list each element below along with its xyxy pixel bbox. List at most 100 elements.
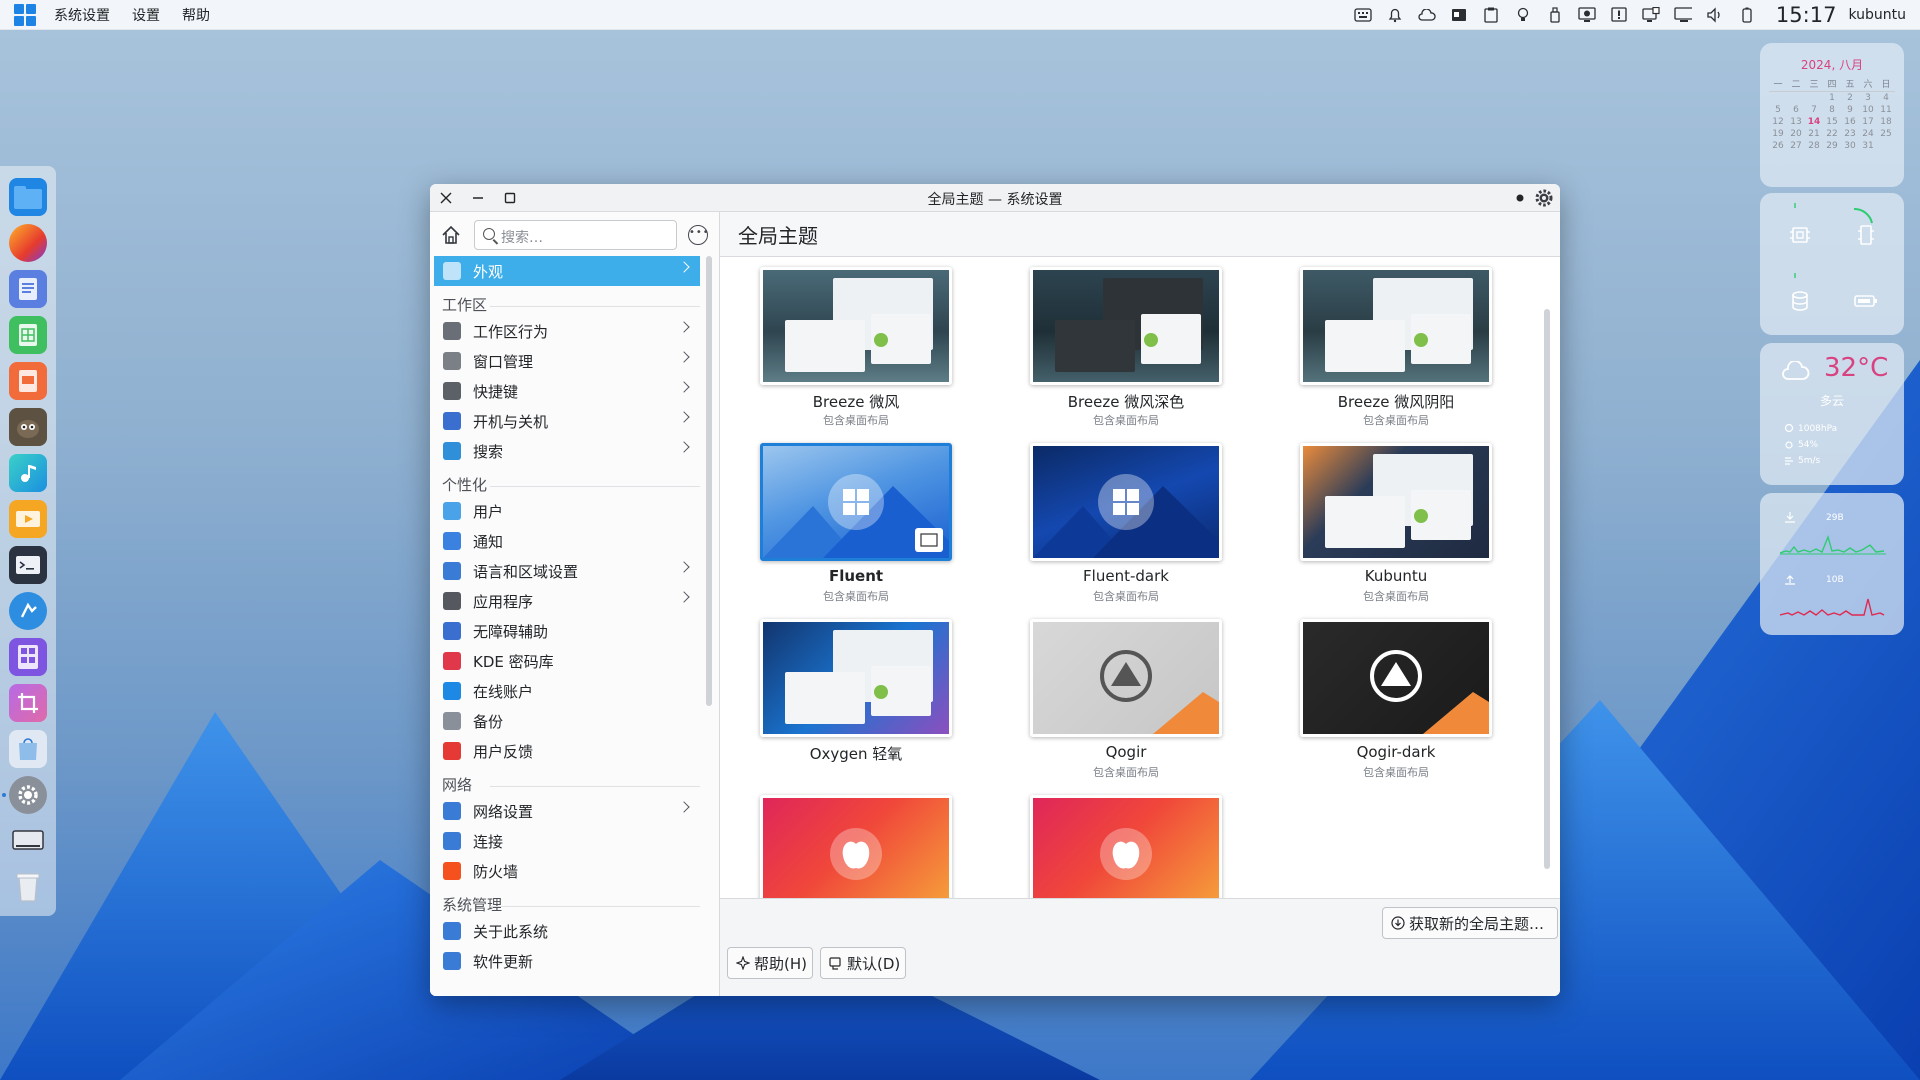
search-input[interactable]: 搜索… xyxy=(474,220,677,250)
calendar-day[interactable]: 15 xyxy=(1823,116,1841,128)
calendar-day[interactable]: 23 xyxy=(1841,128,1859,140)
calendar-day[interactable]: 31 xyxy=(1859,140,1877,152)
calendar-day[interactable]: 12 xyxy=(1769,116,1787,128)
theme-card[interactable]: Qogir 包含桌面布局 xyxy=(1030,619,1222,779)
keep-above-icon[interactable] xyxy=(1510,188,1530,208)
crop-tool-icon[interactable] xyxy=(9,684,47,722)
sidebar-item[interactable]: 无障碍辅助 xyxy=(434,616,700,646)
calendar-day[interactable]: 19 xyxy=(1769,128,1787,140)
trash-icon[interactable] xyxy=(9,868,47,906)
calendar-day[interactable]: 29 xyxy=(1823,140,1841,152)
calendar-day[interactable]: 30 xyxy=(1841,140,1859,152)
calendar-day[interactable]: 17 xyxy=(1859,116,1877,128)
sidebar-item[interactable]: 窗口管理 xyxy=(434,346,700,376)
sidebar-item[interactable]: 备份 xyxy=(434,706,700,736)
cloud-icon[interactable] xyxy=(1418,6,1436,24)
calendar-day[interactable]: 26 xyxy=(1769,140,1787,152)
theme-card[interactable]: Kubuntu 包含桌面布局 xyxy=(1300,443,1492,603)
calendar-day[interactable]: 9 xyxy=(1841,104,1859,116)
terminal-icon[interactable] xyxy=(9,546,47,584)
more-options-icon[interactable]: ••• xyxy=(688,225,709,245)
file-manager-icon[interactable] xyxy=(9,178,47,216)
calendar-day[interactable]: 25 xyxy=(1877,128,1895,140)
calendar-day[interactable]: 27 xyxy=(1787,140,1805,152)
calendar-day[interactable]: 2 xyxy=(1841,92,1859,104)
calendar-day[interactable]: 13 xyxy=(1787,116,1805,128)
network-icon[interactable] xyxy=(1674,6,1692,24)
volume-icon[interactable] xyxy=(1706,6,1724,24)
calendar-day[interactable]: 18 xyxy=(1877,116,1895,128)
sidebar-item[interactable]: 应用程序 xyxy=(434,586,700,616)
defaults-button[interactable]: 默认(D) xyxy=(820,947,906,979)
sidebar-item[interactable]: 连接 xyxy=(434,826,700,856)
music-icon[interactable] xyxy=(9,454,47,492)
calendar-day[interactable]: 16 xyxy=(1841,116,1859,128)
calendar-day[interactable]: 20 xyxy=(1787,128,1805,140)
calendar-day[interactable]: 22 xyxy=(1823,128,1841,140)
home-icon[interactable] xyxy=(440,224,462,246)
sidebar-item[interactable]: 用户反馈 xyxy=(434,736,700,766)
calendar-day[interactable]: 14 xyxy=(1805,116,1823,128)
sidebar-item[interactable]: KDE 密码库 xyxy=(434,646,700,676)
system-monitor-widget[interactable] xyxy=(1760,193,1904,335)
battery-icon[interactable] xyxy=(1738,6,1756,24)
weather-widget[interactable]: 32°C 多云 1008hPa 54% 5m/s xyxy=(1760,343,1904,485)
video-player-icon[interactable] xyxy=(9,500,47,538)
calendar-day[interactable]: 5 xyxy=(1769,104,1787,116)
bell-icon[interactable] xyxy=(1386,6,1404,24)
clock[interactable]: 15:17 xyxy=(1776,3,1837,27)
sidebar-scrollbar[interactable] xyxy=(706,256,712,706)
theme-card[interactable]: Fluent 包含桌面布局 xyxy=(760,443,952,603)
sidebar-item[interactable]: 网络设置 xyxy=(434,796,700,826)
display-icon[interactable] xyxy=(1578,6,1596,24)
gimp-icon[interactable] xyxy=(9,408,47,446)
theme-card[interactable]: Oxygen 轻氧 xyxy=(760,619,952,779)
calendar-day[interactable]: 10 xyxy=(1859,104,1877,116)
sidebar-item[interactable]: 在线账户 xyxy=(434,676,700,706)
theme-card[interactable]: Breeze 微风阴阳 包含桌面布局 xyxy=(1300,267,1492,427)
calendar-day[interactable]: 3 xyxy=(1859,92,1877,104)
sidebar-item[interactable]: 用户 xyxy=(434,496,700,526)
sidebar-item[interactable]: 关于此系统 xyxy=(434,916,700,946)
calendar-day[interactable]: 1 xyxy=(1823,92,1841,104)
monitor-icon[interactable] xyxy=(1642,6,1660,24)
lightbulb-icon[interactable] xyxy=(1514,6,1532,24)
monitor-icon[interactable] xyxy=(9,822,47,860)
impress-icon[interactable] xyxy=(9,362,47,400)
calendar-day[interactable]: 6 xyxy=(1787,104,1805,116)
kcalc-icon[interactable] xyxy=(9,638,47,676)
theme-card[interactable]: Fluent-dark 包含桌面布局 xyxy=(1030,443,1222,603)
get-new-themes-button[interactable]: 获取新的全局主题… xyxy=(1382,907,1558,939)
username-label[interactable]: kubuntu xyxy=(1848,7,1906,23)
calc-icon[interactable] xyxy=(9,316,47,354)
sidebar-item[interactable]: 防火墙 xyxy=(434,856,700,886)
sidebar-item[interactable]: 通知 xyxy=(434,526,700,556)
theme-card[interactable] xyxy=(1030,795,1222,898)
calendar-day[interactable]: 21 xyxy=(1805,128,1823,140)
help-button[interactable]: 帮助(H) xyxy=(727,947,813,979)
theme-card[interactable]: Qogir-dark 包含桌面布局 xyxy=(1300,619,1492,779)
screenshot-icon[interactable] xyxy=(1450,6,1468,24)
calendar-day[interactable]: 4 xyxy=(1877,92,1895,104)
menu-help[interactable]: 帮助 xyxy=(182,5,210,25)
settings-icon[interactable] xyxy=(9,776,47,814)
usb-icon[interactable] xyxy=(1546,6,1564,24)
app-launcher-icon[interactable] xyxy=(9,592,47,630)
theme-card[interactable] xyxy=(760,795,952,898)
store-icon[interactable] xyxy=(9,730,47,768)
theme-grid-scrollbar[interactable] xyxy=(1544,309,1550,869)
calendar-day[interactable]: 24 xyxy=(1859,128,1877,140)
sidebar-item[interactable]: 开机与关机 xyxy=(434,406,700,436)
calendar-day[interactable]: 8 xyxy=(1823,104,1841,116)
sidebar-item[interactable]: 语言和区域设置 xyxy=(434,556,700,586)
firefox-icon[interactable] xyxy=(9,224,47,262)
calendar-day[interactable]: 28 xyxy=(1805,140,1823,152)
sidebar-item[interactable]: 工作区行为 xyxy=(434,316,700,346)
keyboard-icon[interactable] xyxy=(1354,6,1372,24)
theme-card[interactable]: Breeze 微风深色 包含桌面布局 xyxy=(1030,267,1222,427)
sidebar-item[interactable]: 软件更新 xyxy=(434,946,700,976)
menu-system-settings[interactable]: 系统设置 xyxy=(54,5,110,25)
start-menu-icon[interactable] xyxy=(14,3,36,26)
network-widget[interactable]: 29B 10B xyxy=(1760,493,1904,635)
theme-card[interactable]: Breeze 微风 包含桌面布局 xyxy=(760,267,952,427)
